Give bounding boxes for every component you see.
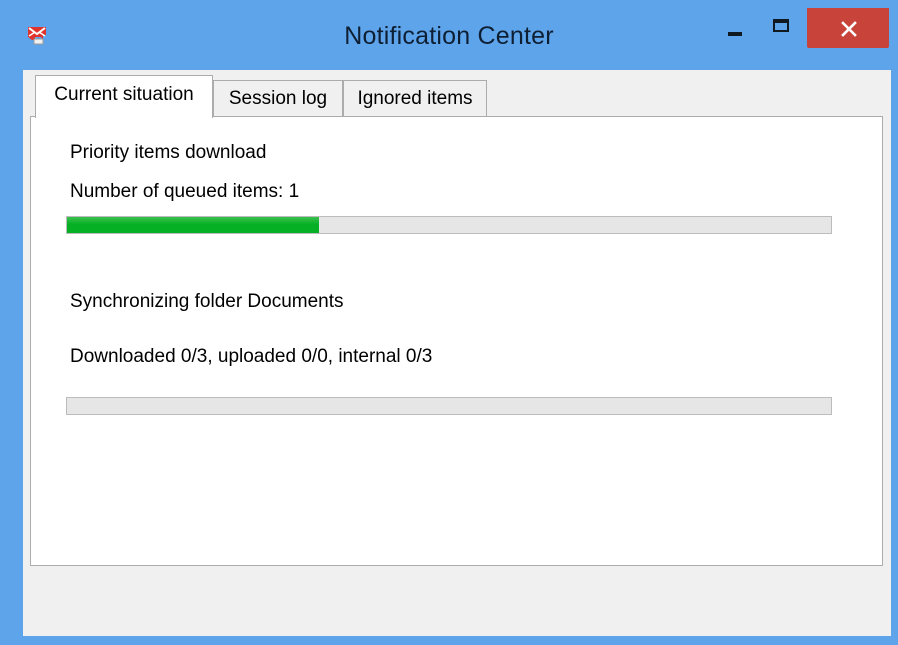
queued-items-count: Number of queued items: 1 <box>70 181 300 202</box>
priority-progress-bar <box>66 216 832 234</box>
notification-center-window: Notification Center Current situation Se… <box>0 0 898 645</box>
client-area: Current situation Session log Ignored it… <box>23 70 891 636</box>
minimize-icon <box>728 32 742 36</box>
close-button[interactable] <box>807 8 889 48</box>
current-situation-panel: Priority items download Number of queued… <box>30 116 883 566</box>
minimize-button[interactable] <box>712 8 758 48</box>
sync-status-text: Downloaded 0/3, uploaded 0/0, internal 0… <box>70 346 433 367</box>
close-icon <box>841 21 857 37</box>
maximize-button[interactable] <box>760 8 806 48</box>
maximize-icon <box>773 19 789 32</box>
tab-ignored-items[interactable]: Ignored items <box>343 80 487 116</box>
tab-session-log[interactable]: Session log <box>213 80 343 116</box>
tab-strip: Current situation Session log Ignored it… <box>23 70 891 118</box>
title-bar[interactable]: Notification Center <box>0 0 898 70</box>
priority-download-title: Priority items download <box>70 142 267 163</box>
tab-current-situation[interactable]: Current situation <box>35 75 213 118</box>
sync-folder-title: Synchronizing folder Documents <box>70 291 344 312</box>
priority-progress-fill <box>67 217 320 233</box>
sync-progress-bar <box>66 397 832 415</box>
